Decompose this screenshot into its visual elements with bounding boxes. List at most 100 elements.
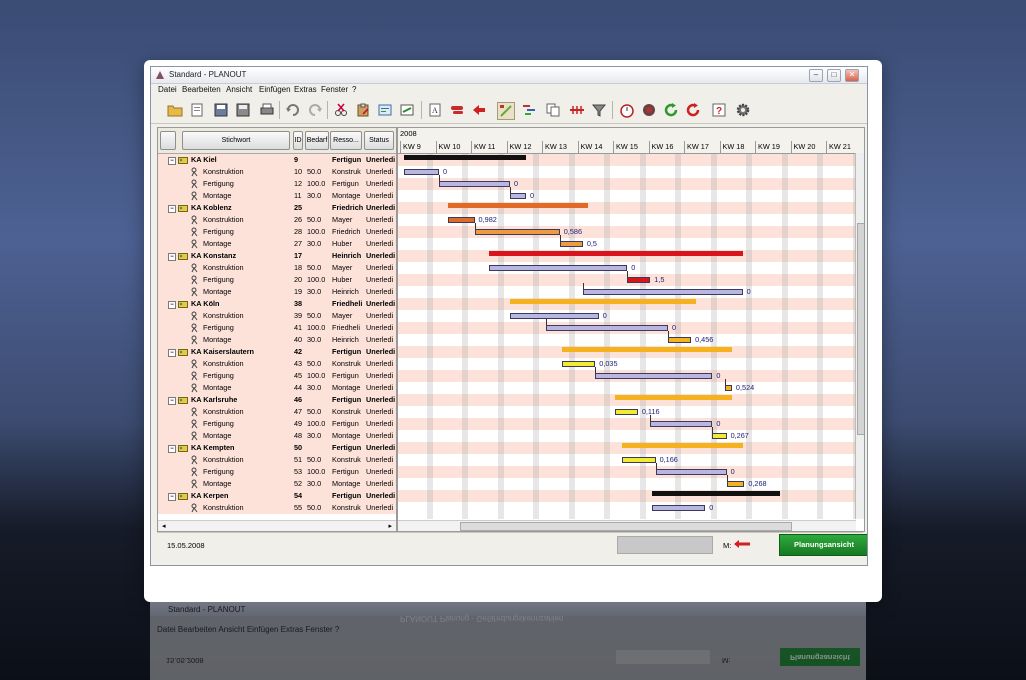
settings-icon[interactable] [735, 102, 751, 118]
close-button[interactable]: ✕ [845, 69, 859, 82]
summary-bar[interactable] [447, 203, 589, 208]
task-bar[interactable] [474, 229, 560, 235]
task-bar[interactable] [655, 469, 727, 475]
summary-bar[interactable] [652, 491, 780, 496]
task-bar[interactable] [510, 193, 527, 199]
task-bar[interactable] [712, 433, 727, 439]
paste-icon[interactable] [355, 102, 371, 118]
planungsansicht-button[interactable]: Planungsansicht [779, 534, 867, 556]
task-bar[interactable] [403, 169, 440, 175]
refresh-green-icon[interactable] [663, 102, 679, 118]
task-bar[interactable] [621, 457, 656, 463]
menu-ansicht[interactable]: Ansicht [226, 85, 252, 94]
gantt-vertical-scrollbar[interactable] [855, 153, 864, 519]
critical-path-icon[interactable] [569, 102, 585, 118]
save-as-icon[interactable] [235, 102, 251, 118]
collapse-toggle[interactable]: − [168, 157, 176, 165]
task-row[interactable]: Fertigung 49 100.0 Fertigun Unerledi [158, 418, 396, 430]
header-status[interactable]: Status [364, 131, 394, 150]
task-row[interactable]: Montage 44 30.0 Montage Unerledi [158, 382, 396, 394]
task-bar[interactable] [447, 217, 475, 223]
menu-bearbeiten[interactable]: Bearbeiten [182, 85, 221, 94]
link-icon[interactable] [399, 102, 415, 118]
summary-bar[interactable] [614, 395, 732, 400]
header-id[interactable]: ID [293, 131, 303, 150]
text-icon[interactable]: A [427, 102, 443, 118]
task-row[interactable]: Konstruktion 47 50.0 Konstruk Unerledi [158, 406, 396, 418]
redo-icon[interactable] [307, 102, 323, 118]
select-all-button[interactable] [160, 131, 176, 150]
task-row[interactable]: Fertigung 53 100.0 Fertigun Unerledi [158, 466, 396, 478]
horizontal-scroll-thumb[interactable] [460, 522, 792, 531]
project-row[interactable]: − KA Kerpen 54 Fertigun Unerledi [158, 490, 396, 502]
task-bar[interactable] [614, 409, 638, 415]
task-bar[interactable] [488, 265, 628, 271]
copy-icon[interactable] [545, 102, 561, 118]
menu-extras[interactable]: Extras [294, 85, 317, 94]
collapse-toggle[interactable]: − [168, 349, 176, 357]
task-row[interactable]: Konstruktion 43 50.0 Konstruk Unerledi [158, 358, 396, 370]
project-row[interactable]: − KA Kiel 9 Fertigun Unerledi [158, 154, 396, 166]
header-stichwort[interactable]: Stichwort [182, 131, 290, 150]
menu-fenster[interactable]: Fenster [321, 85, 348, 94]
task-bar[interactable] [724, 385, 732, 391]
project-row[interactable]: − KA Koblenz 25 Friedrich Unerledi [158, 202, 396, 214]
task-row[interactable]: Fertigung 28 100.0 Friedrich Unerledi [158, 226, 396, 238]
record-icon[interactable] [641, 102, 657, 118]
summary-bar[interactable] [561, 347, 732, 352]
arrow-left-icon[interactable] [449, 102, 465, 118]
task-row[interactable]: Konstruktion 51 50.0 Konstruk Unerledi [158, 454, 396, 466]
refresh-red-icon[interactable] [685, 102, 701, 118]
scroll-right-icon[interactable]: ▸ [388, 522, 392, 530]
collapse-toggle[interactable]: − [168, 493, 176, 501]
filter-icon[interactable] [591, 102, 607, 118]
task-row[interactable]: Montage 19 30.0 Heinrich Unerledi [158, 286, 396, 298]
collapse-toggle[interactable]: − [168, 445, 176, 453]
task-row[interactable]: Fertigung 20 100.0 Huber Unerledi [158, 274, 396, 286]
project-row[interactable]: − KA Kaiserslautern 42 Fertigun Unerledi [158, 346, 396, 358]
project-row[interactable]: − KA Köln 38 Friedheli Unerledi [158, 298, 396, 310]
task-row[interactable]: Montage 48 30.0 Montage Unerledi [158, 430, 396, 442]
summary-bar[interactable] [403, 155, 527, 160]
task-row[interactable]: Montage 27 30.0 Huber Unerledi [158, 238, 396, 250]
project-row[interactable]: − KA Karlsruhe 46 Fertigun Unerledi [158, 394, 396, 406]
task-bar[interactable] [510, 313, 599, 319]
task-row[interactable]: Fertigung 41 100.0 Friedheli Unerledi [158, 322, 396, 334]
menu-datei[interactable]: Datei [158, 85, 177, 94]
task-bar[interactable] [595, 373, 713, 379]
properties-icon[interactable] [377, 102, 393, 118]
task-bar[interactable] [439, 181, 511, 187]
task-bar[interactable] [545, 325, 669, 331]
task-bar[interactable] [582, 289, 743, 295]
menu-help[interactable]: ? [352, 85, 356, 94]
arrow-left-icon[interactable] [733, 539, 751, 549]
task-row[interactable]: Montage 52 30.0 Montage Unerledi [158, 478, 396, 490]
task-bar[interactable] [559, 241, 583, 247]
task-row[interactable]: Montage 11 30.0 Montage Unerledi [158, 190, 396, 202]
task-row[interactable]: Konstruktion 39 50.0 Mayer Unerledi [158, 310, 396, 322]
task-row[interactable]: Fertigung 45 100.0 Fertigun Unerledi [158, 370, 396, 382]
gantt-view-icon[interactable] [521, 102, 537, 118]
collapse-toggle[interactable]: − [168, 301, 176, 309]
task-bar[interactable] [652, 505, 706, 511]
print-icon[interactable] [259, 102, 275, 118]
back-arrow-icon[interactable] [471, 102, 487, 118]
task-row[interactable]: Montage 40 30.0 Heinrich Unerledi [158, 334, 396, 346]
new-icon[interactable] [189, 102, 205, 118]
summary-bar[interactable] [621, 443, 743, 448]
task-bar[interactable] [726, 481, 745, 487]
vertical-scroll-thumb[interactable] [857, 223, 864, 435]
project-row[interactable]: − KA Konstanz 17 Heinrich Unerledi [158, 250, 396, 262]
task-row[interactable]: Konstruktion 10 50.0 Konstruk Unerledi [158, 166, 396, 178]
collapse-toggle[interactable]: − [168, 253, 176, 261]
task-bar[interactable] [650, 421, 713, 427]
save-icon[interactable] [213, 102, 229, 118]
task-bar[interactable] [668, 337, 692, 343]
task-row[interactable]: Konstruktion 26 50.0 Mayer Unerledi [158, 214, 396, 226]
header-ressource[interactable]: Resso... [330, 131, 362, 150]
open-folder-icon[interactable] [167, 102, 183, 118]
maximize-button[interactable]: □ [827, 69, 841, 82]
task-row[interactable]: Konstruktion 18 50.0 Mayer Unerledi [158, 262, 396, 274]
task-row[interactable]: Konstruktion 55 50.0 Konstruk Unerledi [158, 502, 396, 514]
gantt-horizontal-scrollbar[interactable] [398, 520, 856, 531]
